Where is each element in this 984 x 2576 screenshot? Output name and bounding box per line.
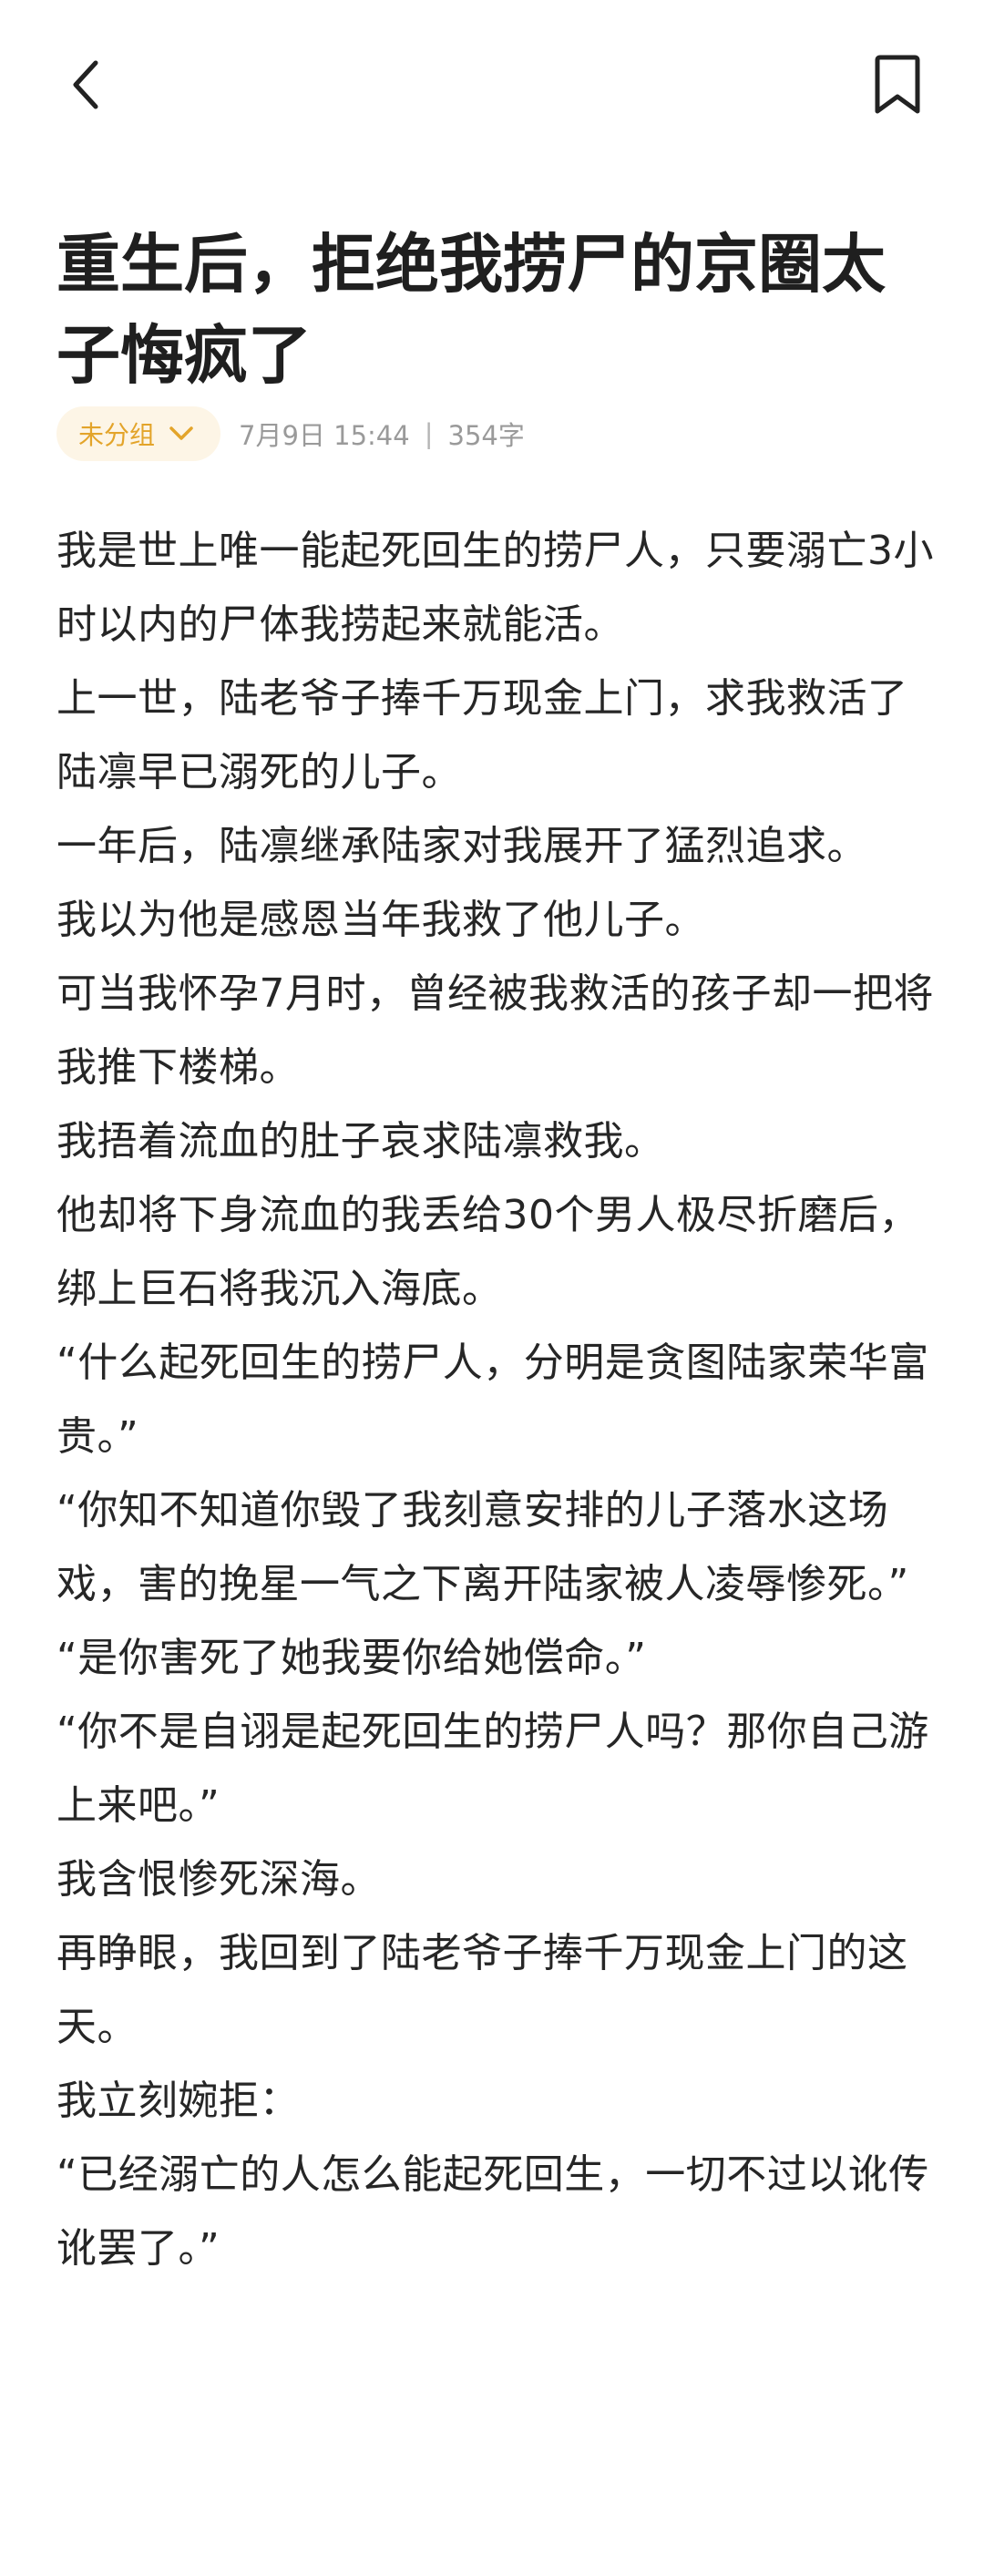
- top-bar: [0, 0, 984, 173]
- paragraph: 一年后，陆凛继承陆家对我展开了猛烈追求。: [56, 823, 867, 869]
- back-button[interactable]: [46, 44, 128, 126]
- paragraph: “你不是自诩是起死回生的捞尸人吗？那你自己游上来吧。”: [56, 1709, 929, 1829]
- group-label: 未分组: [78, 420, 156, 450]
- paragraph: 再睁眼，我回到了陆老爷子捧千万现金上门的这天。: [56, 1930, 908, 2050]
- paragraph: 我含恨惨死深海。: [56, 1856, 381, 1903]
- article-meta: 未分组 7月9日 15:44 | 354字: [56, 406, 525, 461]
- paragraph: “已经溺亡的人怎么能起死回生，一切不过以讹传讹罢了。”: [56, 2151, 929, 2272]
- word-count: 354字: [447, 420, 525, 451]
- paragraph: “你知不知道你毁了我刻意安排的儿子落水这场戏，害的挽星一气之下离开陆家被人凌辱惨…: [56, 1487, 909, 1607]
- paragraph: 他却将下身流血的我丢给30个男人极尽折磨后，绑上巨石将我沉入海底。: [56, 1192, 919, 1312]
- paragraph: 上一世，陆老爷子捧千万现金上门，求我救活了陆凛早已溺死的儿子。: [56, 675, 908, 795]
- bookmark-icon: [875, 55, 920, 114]
- paragraph: 我立刻婉拒：: [56, 2078, 300, 2124]
- paragraph: 可当我怀孕7月时，曾经被我救活的孩子却一把将我推下楼梯。: [56, 970, 934, 1091]
- paragraph: 我是世上唯一能起死回生的捞尸人，只要溺亡3小时以内的尸体我捞起来就能活。: [56, 528, 934, 648]
- group-selector[interactable]: 未分组: [56, 406, 221, 461]
- chevron-down-icon: [168, 420, 195, 447]
- paragraph: “是你害死了她我要你给她偿命。”: [56, 1635, 647, 1681]
- paragraph: 我以为他是感恩当年我救了他儿子。: [56, 897, 705, 943]
- article-title: 重生后，拒绝我捞尸的京圈太子悔疯了: [56, 227, 886, 393]
- paragraph: “什么起死回生的捞尸人，分明是贪图陆家荣华富贵。”: [56, 1339, 929, 1460]
- chevron-left-icon: [73, 60, 98, 109]
- paragraph: 我捂着流血的肚子哀求陆凛救我。: [56, 1118, 665, 1165]
- meta-info: 7月9日 15:44 | 354字: [239, 415, 525, 453]
- bookmark-button[interactable]: [856, 44, 938, 126]
- article-date: 7月9日 15:44: [239, 420, 410, 451]
- article-body: 我是世上唯一能起死回生的捞尸人，只要溺亡3小时以内的尸体我捞起来就能活。 上一世…: [56, 514, 940, 2285]
- meta-separator: |: [424, 418, 434, 449]
